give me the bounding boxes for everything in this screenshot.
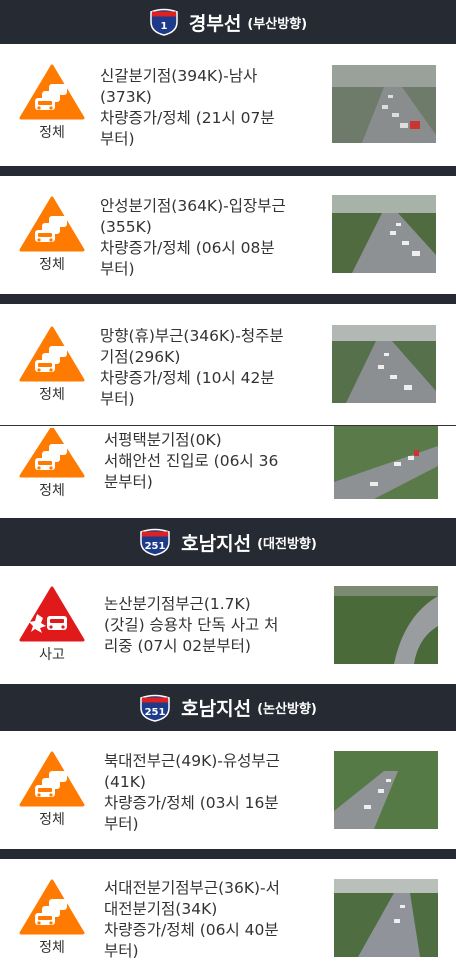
- incident-text: 북대전부근(49K)-유성부근 (41K) 차량증가/정체 (03시 16분 부…: [104, 751, 318, 835]
- congestion-icon: 정체: [16, 196, 88, 274]
- congestion-icon: 정체: [16, 326, 88, 404]
- cctv-thumbnail[interactable]: [334, 751, 438, 829]
- text-line: 안성분기점(364K)-입장부근: [100, 197, 286, 215]
- status-label: 사고: [39, 647, 65, 663]
- status-label: 정체: [39, 387, 65, 403]
- text-line: 차량증가/정체 (10시 42분: [100, 369, 275, 387]
- section-title: 경부선: [188, 12, 242, 35]
- cctv-thumbnail[interactable]: [334, 879, 438, 957]
- text-line: (갓길) 승용차 단독 사고 처: [104, 616, 279, 634]
- status-label: 정체: [39, 257, 65, 273]
- svg-text:251: 251: [145, 707, 166, 718]
- section-title: 호남지선: [181, 532, 252, 555]
- text-line: 부터): [100, 260, 135, 278]
- section-header: 251 호남지선 (대전방향): [0, 518, 456, 566]
- text-line: 차량증가/정체 (06시 08분: [100, 239, 275, 257]
- incident-text: 안성분기점(364K)-입장부근 (355K) 차량증가/정체 (06시 08분…: [100, 196, 314, 280]
- congestion-icon: 정체: [16, 751, 88, 829]
- cctv-thumbnail[interactable]: [334, 586, 438, 664]
- text-line: 리중 (07시 02분부터): [104, 637, 251, 655]
- divider: [0, 166, 456, 176]
- text-line: 서해안선 진입로 (06시 36: [104, 452, 279, 470]
- text-line: (355K): [100, 218, 152, 236]
- section-title: 호남지선: [181, 698, 252, 720]
- section-header: 1 경부선 (부산방향): [0, 0, 456, 44]
- text-line: 차량증가/정체 (03시 16분: [104, 794, 279, 812]
- text-line: 차량증가/정체 (06시 40분: [104, 921, 279, 939]
- cctv-thumbnail[interactable]: [332, 195, 436, 273]
- text-line: 서대전분기점부근(36K)-서: [104, 879, 280, 897]
- text-line: 부터): [104, 815, 139, 833]
- list-item[interactable]: 정체 서평택분기점(0K) 서해안선 진입로 (06시 36 분부터): [0, 426, 456, 518]
- status-label: 정체: [39, 812, 65, 828]
- text-line: 차량증가/정체 (21시 07분: [100, 109, 275, 127]
- incident-text: 서평택분기점(0K) 서해안선 진입로 (06시 36 분부터): [104, 430, 318, 493]
- incident-text: 신갈분기점(394K)-남사 (373K) 차량증가/정체 (21시 07분 부…: [100, 66, 314, 150]
- list-item[interactable]: 사고 논산분기점부근(1.7K) (갓길) 승용차 단독 사고 처 리중 (07…: [0, 566, 456, 684]
- section-header: 251 호남지선 (논산방향): [0, 684, 456, 731]
- text-line: 대전분기점(34K): [104, 900, 218, 918]
- text-line: 부터): [104, 942, 139, 960]
- list-item[interactable]: 정체 망향(휴)부근(346K)-청주분 기점(296K) 차량증가/정체 (1…: [0, 304, 456, 425]
- status-label: 정체: [39, 125, 65, 141]
- text-line: 분부터): [104, 473, 153, 491]
- incident-text: 망향(휴)부근(346K)-청주분 기점(296K) 차량증가/정체 (10시 …: [100, 326, 314, 410]
- route-shield-icon: 251: [140, 528, 170, 556]
- incident-text: 서대전분기점부근(36K)-서 대전분기점(34K) 차량증가/정체 (06시 …: [104, 878, 318, 962]
- text-line: 부터): [100, 130, 135, 148]
- text-line: 서평택분기점(0K): [104, 431, 222, 449]
- status-label: 정체: [39, 940, 65, 956]
- section-direction: (대전방향): [257, 536, 317, 552]
- text-line: (41K): [104, 773, 146, 791]
- text-line: (373K): [100, 88, 152, 106]
- text-line: 논산분기점부근(1.7K): [104, 595, 251, 613]
- text-line: 신갈분기점(394K)-남사: [100, 67, 258, 85]
- list-item[interactable]: 정체 북대전부근(49K)-유성부근 (41K) 차량증가/정체 (03시 16…: [0, 731, 456, 849]
- congestion-icon: 정체: [16, 879, 88, 957]
- route-shield-icon: 251: [140, 694, 170, 722]
- svg-text:1: 1: [160, 21, 167, 32]
- text-line: 북대전부근(49K)-유성부근: [104, 752, 280, 770]
- text-line: 부터): [100, 390, 135, 408]
- cctv-thumbnail[interactable]: [332, 65, 436, 143]
- list-item[interactable]: 정체 안성분기점(364K)-입장부근 (355K) 차량증가/정체 (06시 …: [0, 176, 456, 294]
- congestion-icon: 정체: [16, 428, 88, 500]
- incident-text: 논산분기점부근(1.7K) (갓길) 승용차 단독 사고 처 리중 (07시 0…: [104, 594, 318, 657]
- accident-icon: 사고: [16, 586, 88, 664]
- status-label: 정체: [39, 483, 65, 499]
- section-direction: (부산방향): [247, 16, 308, 32]
- route-shield-icon: 1: [150, 8, 178, 36]
- divider: [0, 294, 456, 304]
- text-line: 망향(휴)부근(346K)-청주분: [100, 327, 284, 345]
- text-line: 기점(296K): [100, 348, 181, 366]
- list-item[interactable]: 정체 신갈분기점(394K)-남사 (373K) 차량증가/정체 (21시 07…: [0, 44, 456, 166]
- cctv-thumbnail[interactable]: [332, 325, 436, 403]
- section-direction: (논산방향): [257, 702, 317, 717]
- congestion-icon: 정체: [16, 64, 88, 142]
- divider: [0, 849, 456, 859]
- cctv-thumbnail[interactable]: [334, 426, 438, 499]
- svg-text:251: 251: [145, 541, 166, 552]
- list-item[interactable]: 정체 서대전분기점부근(36K)-서 대전분기점(34K) 차량증가/정체 (0…: [0, 859, 456, 970]
